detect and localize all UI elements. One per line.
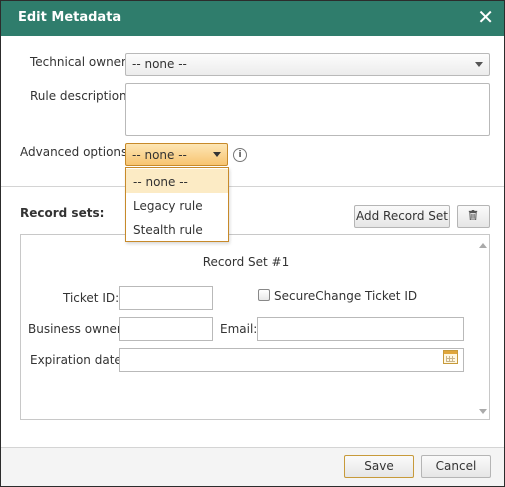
add-record-set-button[interactable]: Add Record Set — [354, 205, 450, 228]
email-label: Email: — [220, 322, 258, 336]
record-set-title: Record Set #1 — [202, 255, 290, 269]
advanced-options-value: -- none -- — [132, 148, 187, 162]
expiration-date-label: Expiration date: — [30, 353, 126, 367]
dropdown-item-legacy-rule[interactable]: Legacy rule — [126, 193, 228, 217]
technical-owner-label: Technical owner: — [30, 55, 130, 69]
technical-owner-select[interactable]: -- none -- — [125, 53, 490, 76]
trash-icon — [468, 210, 478, 220]
close-icon[interactable]: ✕ — [477, 7, 494, 27]
business-owner-label: Business owner: — [28, 322, 126, 336]
info-icon[interactable]: i — [233, 148, 247, 162]
rule-description-label: Rule description: — [30, 89, 131, 103]
dropdown-item-stealth-rule[interactable]: Stealth rule — [126, 217, 228, 241]
advanced-options-select[interactable]: -- none -- — [125, 143, 228, 166]
business-owner-input[interactable] — [119, 317, 213, 341]
chevron-down-icon — [213, 152, 221, 157]
ticket-id-label: Ticket ID: — [63, 291, 120, 305]
dialog-titlebar: Edit Metadata ✕ — [1, 1, 504, 36]
delete-record-set-button[interactable] — [457, 205, 490, 228]
dropdown-item-none[interactable]: -- none -- — [126, 169, 228, 193]
expiration-date-input[interactable] — [119, 348, 464, 372]
advanced-options-dropdown: -- none -- Legacy rule Stealth rule — [125, 167, 229, 242]
securechange-label: SecureChange Ticket ID — [274, 289, 418, 303]
chevron-down-icon — [475, 62, 483, 67]
edit-metadata-dialog: Edit Metadata ✕ Technical owner: -- none… — [0, 0, 505, 487]
email-input[interactable] — [257, 317, 464, 341]
scroll-up-icon[interactable] — [479, 243, 487, 248]
save-button[interactable]: Save — [344, 455, 414, 478]
calendar-icon[interactable] — [443, 350, 458, 364]
dialog-title: Edit Metadata — [18, 10, 122, 25]
securechange-checkbox[interactable] — [258, 289, 270, 301]
dialog-footer: Save Cancel — [1, 448, 504, 486]
advanced-options-label: Advanced options: — [20, 145, 132, 159]
ticket-id-input[interactable] — [119, 286, 213, 310]
technical-owner-value: -- none -- — [132, 57, 187, 71]
scroll-down-icon[interactable] — [479, 409, 487, 414]
record-sets-label: Record sets: — [20, 206, 105, 220]
cancel-button[interactable]: Cancel — [421, 455, 491, 478]
rule-description-field[interactable] — [125, 83, 490, 136]
section-divider — [1, 186, 504, 187]
